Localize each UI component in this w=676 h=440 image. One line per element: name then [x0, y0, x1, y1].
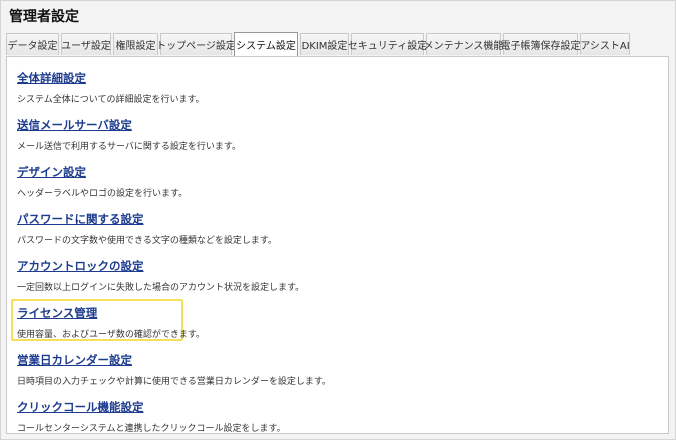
tab-dkim-settings[interactable]: DKIM設定	[300, 33, 349, 55]
mail-server-settings-link[interactable]: 送信メールサーバ設定	[17, 117, 241, 133]
account-lock-settings-link[interactable]: アカウントロックの設定	[17, 258, 304, 274]
item-description: ヘッダーラベルやロゴの設定を行います。	[17, 189, 188, 199]
list-item: デザイン設定 ヘッダーラベルやロゴの設定を行います。	[17, 164, 187, 199]
list-item: 営業日カレンダー設定 日時項目の入力チェックや計算に使用できる営業日カレンダーを…	[17, 352, 331, 387]
tab-security-settings[interactable]: セキュリティ設定	[348, 33, 427, 55]
list-item: アカウントロックの設定 一定回数以上ログインに失敗した場合のアカウント状況を設定…	[17, 258, 304, 293]
overall-detail-settings-link[interactable]: 全体詳細設定	[17, 70, 205, 86]
system-settings-panel: 全体詳細設定 システム全体についての詳細設定を行います。 送信メールサーバ設定 …	[6, 56, 669, 434]
tab-user-settings[interactable]: ユーザ設定	[61, 33, 111, 55]
item-description: コールセンターシステムと連携したクリックコール設定をします。	[17, 424, 286, 434]
settings-tab-bar: データ設定 ユーザ設定 権限設定 トップページ設定 システム設定 DKIM設定 …	[6, 32, 632, 56]
admin-settings-window: 管理者設定 データ設定 ユーザ設定 権限設定 トップページ設定 システム設定 D…	[0, 0, 676, 440]
item-description: パスワードの文字数や使用できる文字の種類などを設定します。	[17, 236, 277, 246]
item-description: 使用容量、およびユーザ数の確認ができます。	[17, 330, 205, 340]
tab-top-page-settings[interactable]: トップページ設定	[156, 33, 236, 55]
item-description: メール送信で利用するサーバに関する設定を行います。	[17, 142, 242, 152]
list-item: クリックコール機能設定 コールセンターシステムと連携したクリックコール設定をしま…	[17, 399, 286, 434]
tab-assist-ai[interactable]: アシストAI	[580, 33, 630, 55]
item-description: 一定回数以上ログインに失敗した場合のアカウント状況を設定します。	[17, 283, 305, 293]
list-item: 送信メールサーバ設定 メール送信で利用するサーバに関する設定を行います。	[17, 117, 241, 152]
list-item: パスワードに関する設定 パスワードの文字数や使用できる文字の種類などを設定します…	[17, 211, 277, 246]
page-title: 管理者設定	[9, 9, 79, 25]
password-settings-link[interactable]: パスワードに関する設定	[17, 211, 277, 227]
click-call-settings-link[interactable]: クリックコール機能設定	[17, 399, 286, 415]
list-item: 全体詳細設定 システム全体についての詳細設定を行います。	[17, 70, 205, 105]
item-description: システム全体についての詳細設定を行います。	[17, 95, 205, 105]
tab-maintenance[interactable]: メンテナンス機能	[424, 33, 503, 55]
tab-data-settings[interactable]: データ設定	[6, 33, 59, 55]
item-description: 日時項目の入力チェックや計算に使用できる営業日カレンダーを設定します。	[17, 377, 331, 387]
tab-e-book-storage-settings[interactable]: 電子帳簿保存設定	[501, 33, 581, 55]
tab-system-settings[interactable]: システム設定	[234, 32, 298, 56]
business-calendar-settings-link[interactable]: 営業日カレンダー設定	[17, 352, 331, 368]
license-management-link[interactable]: ライセンス管理	[17, 305, 205, 321]
list-item: ライセンス管理 使用容量、およびユーザ数の確認ができます。	[17, 305, 205, 340]
tab-permission-settings[interactable]: 権限設定	[113, 33, 158, 55]
design-settings-link[interactable]: デザイン設定	[17, 164, 187, 180]
